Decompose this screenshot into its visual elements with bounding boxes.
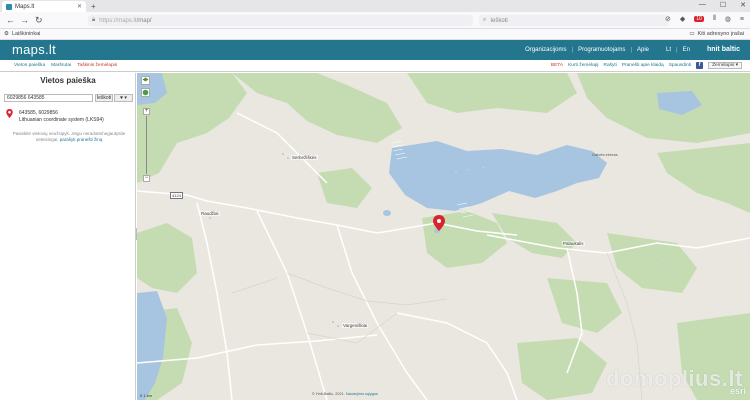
- menu-icon[interactable]: ≡: [740, 16, 744, 23]
- lock-icon: 🔒︎: [92, 17, 96, 23]
- map-attribution: © Hnit-Baltic, 2021. Naudojimo sąlygos: [312, 392, 378, 396]
- close-tab-icon[interactable]: ✕: [77, 3, 82, 10]
- search-icon: ⌕: [483, 17, 487, 23]
- browser-tab[interactable]: Maps.lt ✕: [2, 1, 86, 12]
- ortho-tool-button[interactable]: [141, 88, 150, 97]
- facebook-icon[interactable]: f: [696, 62, 704, 69]
- sub-navigation-tools: BETA Kurti žemėlapį Rašyti Pranešti apie…: [551, 62, 742, 69]
- tab-routes[interactable]: Maršrutai: [51, 63, 71, 68]
- tab-location-search[interactable]: Vietos paieška: [14, 63, 45, 68]
- maximize-icon[interactable]: ☐: [720, 1, 726, 9]
- block-icon[interactable]: ⊘: [665, 15, 671, 23]
- zoom-in-button[interactable]: +: [143, 108, 150, 115]
- shield-icon[interactable]: ◆: [680, 15, 685, 23]
- nav-separator: |: [571, 46, 574, 53]
- library-icon[interactable]: ⫴: [713, 15, 716, 23]
- account-icon[interactable]: ◍: [725, 15, 731, 23]
- extension-badge[interactable]: 10: [694, 16, 704, 22]
- lang-en[interactable]: En: [683, 47, 690, 53]
- nav-organizations[interactable]: Organizacijoms: [525, 47, 566, 53]
- nav-developers[interactable]: Programuotojams: [578, 47, 625, 53]
- other-bookmarks[interactable]: ▭ Kiti adresyno įrašai: [689, 31, 744, 37]
- hint-link[interactable]: parašyk pranešti žiną: [60, 137, 103, 142]
- terms-link[interactable]: Naudojimo sąlygos: [346, 392, 378, 396]
- map-base: [137, 73, 750, 400]
- partner-logo[interactable]: hnit baltic: [707, 46, 740, 53]
- site-logo[interactable]: maps.lt: [12, 42, 56, 57]
- sub-navigation: Vietos paieška Maršrutai Taškinis žemėla…: [0, 60, 750, 72]
- reload-icon[interactable]: ↻: [35, 15, 43, 26]
- sidebar-title: Vietos paieška: [40, 76, 96, 85]
- bookmark-item[interactable]: ⚙ Laiškininkai: [4, 31, 40, 37]
- browser-tab-bar: Maps.lt ✕ + — ☐ ✕: [0, 0, 750, 12]
- address-bar[interactable]: 🔒︎ https://maps.lt/map/: [88, 15, 473, 26]
- search-sidebar: Vietos paieška 6029856 643585 Ieškoti ♥ …: [0, 73, 136, 400]
- watermark: domoplius.lt: [606, 366, 743, 391]
- result-coordinates: 643585, 6029856: [19, 110, 58, 116]
- map-type-select[interactable]: Žemėlapis ▾: [708, 62, 742, 69]
- sidebar-hint: Pasiekite vietovių neužsipyk. Jeigu nera…: [4, 131, 134, 143]
- beta-badge: BETA: [550, 63, 564, 68]
- url-host: https://maps.lt: [99, 17, 137, 24]
- nav-about[interactable]: Apie: [637, 47, 649, 53]
- zoom-control: + −: [143, 108, 150, 182]
- zoom-out-button[interactable]: −: [143, 175, 150, 182]
- top-navigation: Organizacijoms | Programuotojams | Apie …: [525, 46, 740, 53]
- nav-separator: |: [630, 46, 632, 53]
- map-type-label: Žemėlapis: [712, 63, 735, 68]
- layers-icon: [142, 77, 149, 82]
- report-error-link[interactable]: Pranešti apie klaidą: [622, 63, 664, 68]
- bookmarks-bar: ⚙ Laiškininkai ▭ Kiti adresyno įrašai: [0, 29, 750, 40]
- site-header: maps.lt Organizacijoms | Programuotojams…: [0, 40, 750, 60]
- lake-label: Galvės ežeras: [592, 152, 618, 157]
- url-path: /map/: [136, 17, 152, 24]
- road-number: 4124: [170, 192, 183, 199]
- globe-icon: [142, 89, 149, 96]
- minimize-icon[interactable]: —: [699, 1, 706, 9]
- other-bookmarks-label: Kiti adresyno įrašai: [697, 31, 744, 37]
- back-icon[interactable]: ←: [6, 15, 15, 25]
- map-label: Raudžiai: [200, 211, 220, 216]
- map-scale: 0 1 km: [140, 393, 153, 398]
- browser-toolbar: ← → ↻ 🔒︎ https://maps.lt/map/ ⌕ Ieškoti …: [0, 12, 750, 29]
- map-label: Palaukalis: [562, 241, 585, 246]
- tab-point-map[interactable]: Taškinis žemėlapis: [77, 63, 117, 68]
- toolbar-icons: ⊘ ◆ 10 ⫴ ◍ ≡: [665, 15, 744, 23]
- map-label: Vargeniškiai: [342, 323, 369, 328]
- favicon-icon: [6, 3, 12, 10]
- folder-icon: ▭: [689, 31, 695, 37]
- lang-separator: |: [676, 46, 678, 53]
- lang-lt[interactable]: Lt: [666, 47, 671, 53]
- heart-icon: ♥: [120, 95, 124, 101]
- print-link[interactable]: Spausdinti: [669, 63, 691, 68]
- forward-icon[interactable]: →: [20, 15, 29, 25]
- write-link[interactable]: Rašyti: [604, 63, 617, 68]
- layers-tool-button[interactable]: [141, 76, 150, 85]
- new-tab-button[interactable]: +: [91, 2, 96, 11]
- tab-title: Maps.lt: [15, 3, 35, 10]
- esri-logo: esri: [730, 386, 747, 396]
- search-button[interactable]: Ieškoti: [95, 94, 113, 102]
- result-system: Lithuanian coordinate system (LKS94): [19, 117, 104, 123]
- gear-icon: ⚙: [4, 31, 9, 37]
- options-dropdown[interactable]: ♥ ▾: [114, 94, 133, 102]
- map-pin-icon: [6, 109, 13, 118]
- attribution-text: © Hnit-Baltic, 2021.: [312, 392, 345, 396]
- map-label: Serbežiškės: [291, 155, 318, 160]
- mode-tabs: Vietos paieška Maršrutai Taškinis žemėla…: [14, 63, 117, 68]
- close-window-icon[interactable]: ✕: [740, 1, 746, 9]
- bookmark-label: Laiškininkai: [11, 31, 41, 37]
- map-tools: [141, 76, 150, 97]
- zoom-slider[interactable]: [146, 116, 147, 174]
- search-placeholder: Ieškoti: [490, 17, 508, 24]
- coordinates-input[interactable]: 6029856 643585: [4, 94, 93, 102]
- map-canvas[interactable]: Serbežiškės Raudžiai Palaukalis Vargeniš…: [137, 73, 750, 400]
- window-controls: — ☐ ✕: [699, 1, 746, 9]
- browser-search-input[interactable]: ⌕ Ieškoti: [479, 15, 669, 26]
- create-map-link[interactable]: Kurti žemėlapį: [568, 63, 598, 68]
